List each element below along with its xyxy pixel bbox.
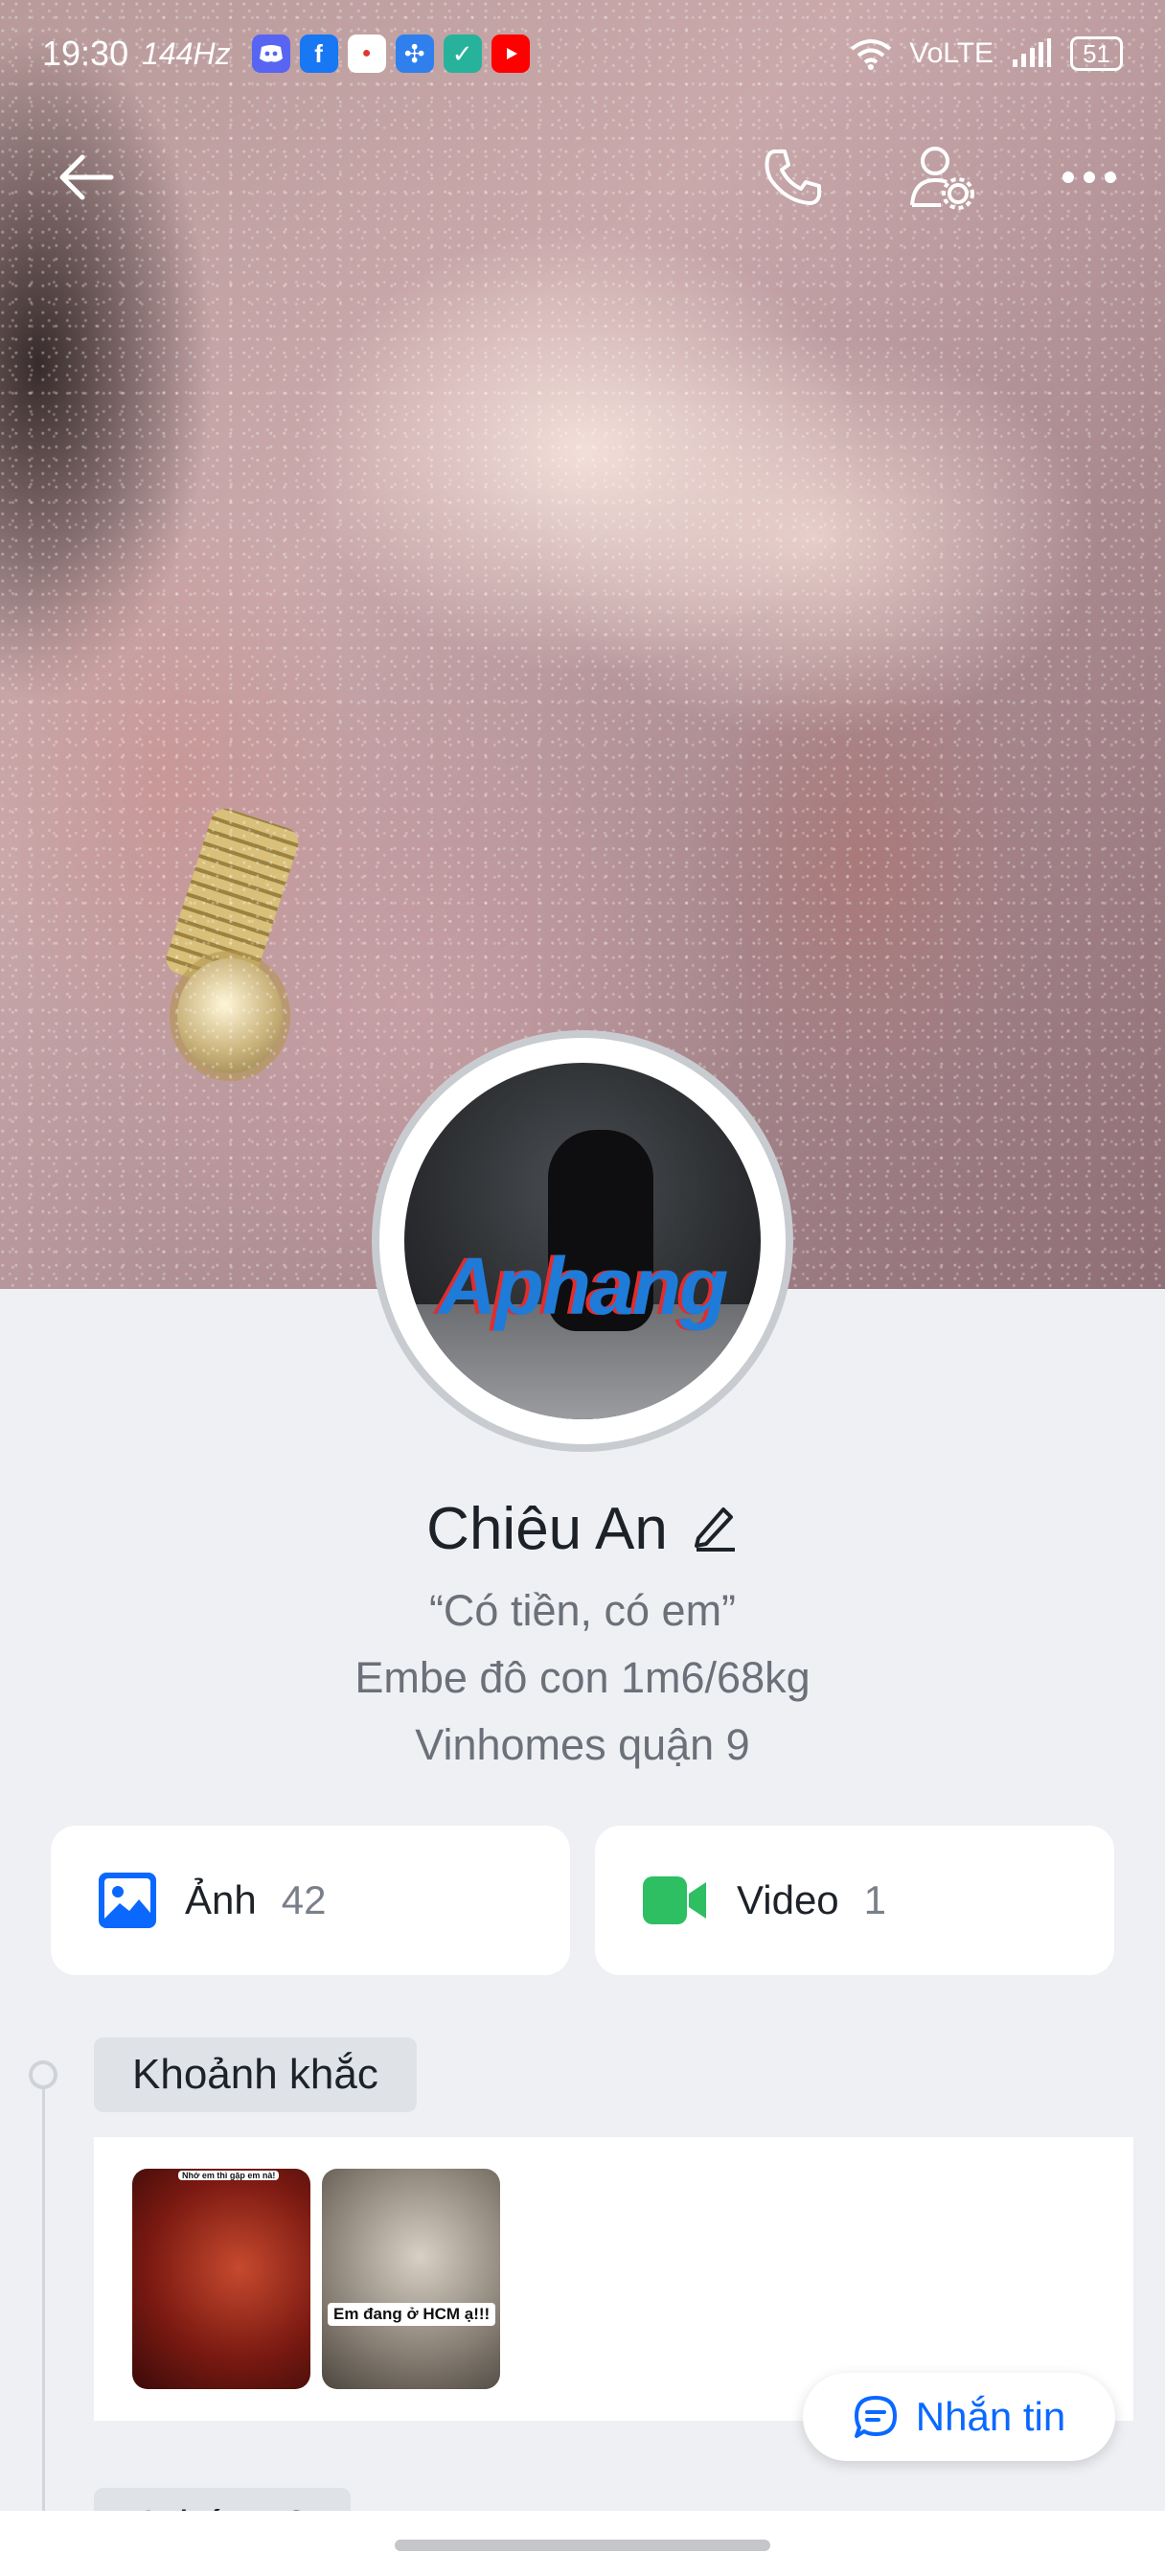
shopee-food-icon: ● bbox=[347, 34, 386, 73]
avatar[interactable]: Aphang bbox=[404, 1063, 761, 1419]
cover-watch-strap bbox=[162, 804, 303, 998]
chat-bubble-icon bbox=[854, 2396, 897, 2438]
todo-check-icon: ✓ bbox=[443, 34, 482, 73]
video-camera-icon bbox=[643, 1876, 706, 1924]
status-refresh-rate: 144Hz bbox=[142, 35, 231, 71]
call-button[interactable] bbox=[750, 134, 836, 220]
photos-count: 42 bbox=[281, 1877, 327, 1922]
moments-section-title: Khoảnh khắc bbox=[94, 2037, 417, 2112]
bio-line-2: Embe đô con 1m6/68kg bbox=[354, 1653, 811, 1702]
back-button[interactable] bbox=[43, 134, 129, 220]
profile-name: Chiêu An bbox=[426, 1496, 668, 1562]
moment-caption: Em đang ở HCM ạ!!! bbox=[328, 2303, 496, 2326]
profile-name-row: Chiêu An bbox=[0, 1495, 1165, 1563]
timeline-dot bbox=[29, 2060, 57, 2089]
home-indicator[interactable] bbox=[395, 2540, 770, 2551]
signal-icon bbox=[1013, 38, 1052, 67]
youtube-icon bbox=[491, 34, 530, 73]
moment-thumbnail[interactable]: Em đang ở HCM ạ!!! bbox=[322, 2169, 500, 2389]
pinwheel-app-icon: ✣ bbox=[395, 34, 434, 73]
avatar-ring[interactable]: Aphang bbox=[372, 1030, 793, 1452]
phone-icon bbox=[765, 150, 821, 205]
timeline-line bbox=[42, 2074, 45, 2515]
bio-line-3: Vinhomes quận 9 bbox=[415, 1720, 750, 1769]
network-type: VoLTE bbox=[909, 37, 994, 69]
edit-name-button[interactable] bbox=[693, 1502, 739, 1556]
discord-icon bbox=[251, 34, 290, 73]
photos-label: Ảnh bbox=[185, 1877, 257, 1922]
bio-line-1: “Có tiền, có em” bbox=[428, 1586, 737, 1635]
moment-thumbnail[interactable]: Nhớ em thì gặp em nà! bbox=[132, 2169, 310, 2389]
status-bar: 19:30 144Hz f ● ✣ ✓ VoLTE 51 bbox=[0, 0, 1165, 107]
cover-watch bbox=[177, 958, 283, 1073]
pencil-icon bbox=[694, 1507, 735, 1552]
user-settings-icon bbox=[910, 147, 974, 210]
status-right: VoLTE 51 bbox=[850, 36, 1123, 71]
image-icon bbox=[99, 1873, 156, 1928]
more-button[interactable] bbox=[1046, 134, 1132, 220]
facebook-icon: f bbox=[299, 34, 338, 73]
status-time: 19:30 bbox=[42, 34, 129, 73]
videos-label: Video bbox=[737, 1877, 839, 1922]
battery-indicator: 51 bbox=[1070, 36, 1123, 71]
notification-icons: f ● ✣ ✓ bbox=[251, 34, 530, 73]
more-horizontal-icon bbox=[1062, 172, 1116, 183]
wifi-icon bbox=[850, 39, 892, 70]
profile-header bbox=[0, 134, 1165, 220]
avatar-watermark: Aphang bbox=[438, 1241, 729, 1331]
profile-settings-button[interactable] bbox=[899, 134, 985, 220]
photos-card[interactable]: Ảnh 42 bbox=[51, 1826, 570, 1975]
moment-caption: Nhớ em thì gặp em nà! bbox=[178, 2171, 280, 2180]
send-message-label: Nhắn tin bbox=[915, 2394, 1066, 2439]
videos-card[interactable]: Video 1 bbox=[595, 1826, 1114, 1975]
arrow-left-icon bbox=[59, 154, 114, 200]
send-message-button[interactable]: Nhắn tin bbox=[803, 2373, 1115, 2461]
videos-count: 1 bbox=[863, 1877, 887, 1922]
